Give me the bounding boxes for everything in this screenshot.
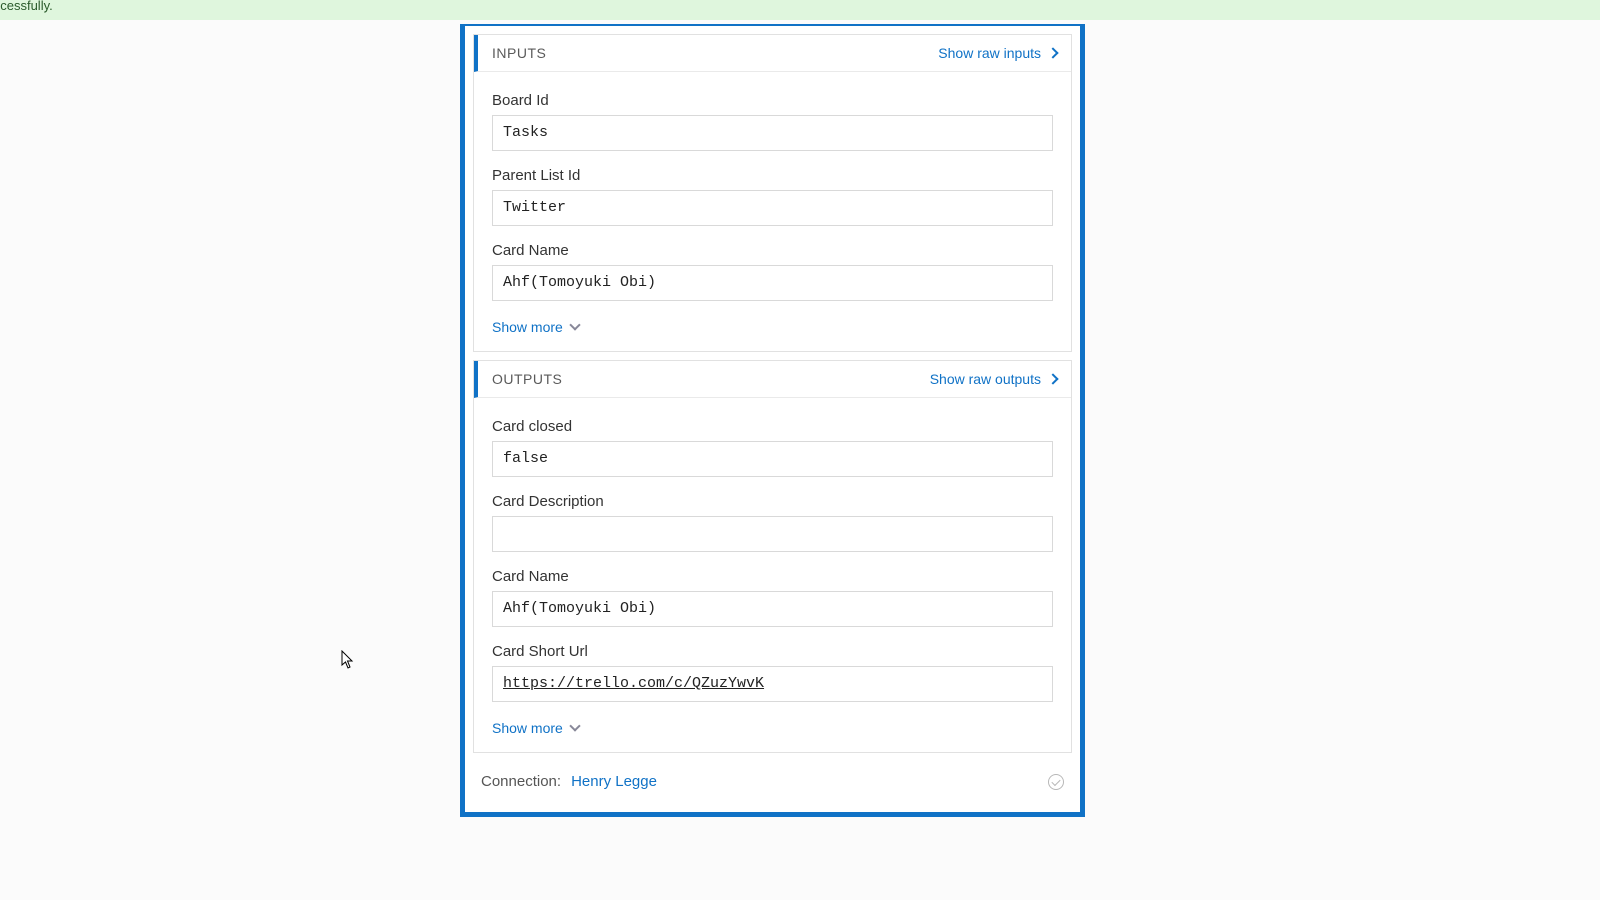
card-closed-value[interactable]: false	[492, 441, 1053, 477]
card-description-value[interactable]	[492, 516, 1053, 552]
chevron-right-icon	[1047, 47, 1058, 58]
success-banner-text: successfully.	[0, 0, 53, 13]
connection-name[interactable]: Henry Legge	[571, 773, 657, 790]
inputs-title: INPUTS	[492, 45, 546, 61]
check-circle-icon	[1048, 774, 1064, 790]
inputs-panel: INPUTS Show raw inputs Board Id Tasks Pa…	[473, 34, 1072, 352]
cursor-icon	[341, 650, 355, 670]
chevron-right-icon	[1047, 373, 1058, 384]
card-name-input-value[interactable]: Ahf(Tomoyuki Obi)	[492, 265, 1053, 301]
parent-list-id-label: Parent List Id	[492, 167, 1053, 184]
card-name-input-label: Card Name	[492, 242, 1053, 259]
outputs-show-more-button[interactable]: Show more	[492, 720, 579, 736]
outputs-header: OUTPUTS Show raw outputs	[474, 361, 1071, 398]
inputs-body: Board Id Tasks Parent List Id Twitter Ca…	[474, 72, 1071, 351]
show-raw-inputs-label: Show raw inputs	[938, 45, 1041, 61]
success-banner: successfully.	[0, 0, 1600, 20]
chevron-down-icon	[569, 720, 580, 731]
outputs-title: OUTPUTS	[492, 371, 562, 387]
card-description-label: Card Description	[492, 493, 1053, 510]
chevron-down-icon	[569, 319, 580, 330]
inputs-show-more-button[interactable]: Show more	[492, 319, 579, 335]
inputs-header: INPUTS Show raw inputs	[474, 35, 1071, 72]
inputs-show-more-label: Show more	[492, 319, 563, 335]
card-short-url-value[interactable]: https://trello.com/c/QZuzYwvK	[492, 666, 1053, 702]
board-id-value[interactable]: Tasks	[492, 115, 1053, 151]
card-closed-label: Card closed	[492, 418, 1053, 435]
connection-label: Connection:	[481, 773, 561, 790]
show-raw-outputs-label: Show raw outputs	[930, 371, 1041, 387]
connection-row: Connection: Henry Legge	[465, 761, 1080, 812]
outputs-body: Card closed false Card Description Card …	[474, 398, 1071, 752]
run-details-card: INPUTS Show raw inputs Board Id Tasks Pa…	[460, 24, 1085, 817]
outputs-show-more-label: Show more	[492, 720, 563, 736]
board-id-label: Board Id	[492, 92, 1053, 109]
show-raw-outputs-link[interactable]: Show raw outputs	[930, 371, 1057, 387]
show-raw-inputs-link[interactable]: Show raw inputs	[938, 45, 1057, 61]
card-name-output-value[interactable]: Ahf(Tomoyuki Obi)	[492, 591, 1053, 627]
parent-list-id-value[interactable]: Twitter	[492, 190, 1053, 226]
outputs-panel: OUTPUTS Show raw outputs Card closed fal…	[473, 360, 1072, 753]
card-short-url-label: Card Short Url	[492, 643, 1053, 660]
card-name-output-label: Card Name	[492, 568, 1053, 585]
